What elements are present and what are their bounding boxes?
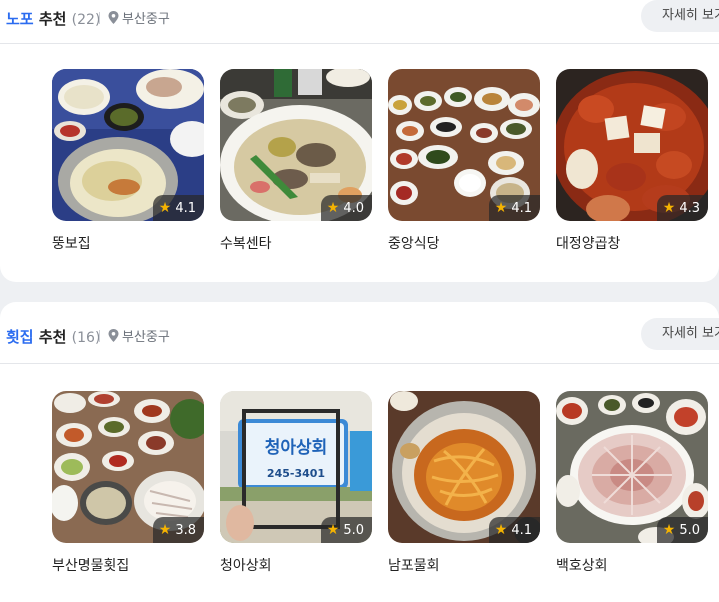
rating-badge: ★ 3.8 (152, 517, 204, 543)
restaurant-photo[interactable]: ★ 3.8 (52, 391, 204, 543)
divider (99, 12, 100, 24)
rating-badge: ★ 4.0 (320, 195, 372, 221)
rating-badge: ★ 4.1 (488, 517, 540, 543)
rating-badge: ★ 5.0 (656, 517, 708, 543)
map-pin-icon (108, 329, 119, 342)
restaurant-photo[interactable]: ★ 4.1 (52, 69, 204, 221)
rating-badge: ★ 4.1 (488, 195, 540, 221)
star-icon: ★ (494, 522, 508, 538)
restaurant-name[interactable]: 수복센타 (220, 233, 272, 253)
star-icon: ★ (326, 522, 340, 538)
restaurant-photo[interactable]: ★ 4.1 (388, 69, 540, 221)
section-title: 횟집 추천 (16) (6, 328, 101, 346)
restaurant-card[interactable]: 청아상회 245-3401 ★ 5.0 청아상회 (220, 391, 372, 574)
divider (99, 330, 100, 342)
restaurant-name[interactable]: 청아상회 (220, 555, 272, 575)
recommend-section-old-restaurants: 노포 추천 (22) 부산중구 자세히 보기 (0, 0, 719, 282)
restaurant-name[interactable]: 대정양곱창 (556, 233, 620, 253)
location-label: 부산중구 (108, 8, 170, 27)
star-icon: ★ (662, 200, 676, 216)
star-icon: ★ (326, 200, 340, 216)
rating-badge: ★ 4.3 (656, 195, 708, 221)
star-icon: ★ (662, 522, 676, 538)
star-icon: ★ (158, 200, 172, 216)
sign-phone: 245-3401 (267, 467, 325, 480)
section-count: (16) (71, 330, 101, 346)
restaurant-photo[interactable]: ★ 4.1 (388, 391, 540, 543)
restaurant-name[interactable]: 백호상회 (556, 555, 608, 575)
star-icon: ★ (494, 200, 508, 216)
sign-shop-name: 청아상회 (265, 437, 328, 458)
restaurant-card[interactable]: ★ 4.1 중앙식당 (388, 69, 540, 252)
section-header: 노포 추천 (22) 부산중구 자세히 보기 (0, 0, 719, 44)
star-icon: ★ (158, 522, 172, 538)
restaurant-card[interactable]: ★ 3.8 부산명물횟집 (52, 391, 204, 574)
restaurant-photo[interactable]: ★ 4.0 (220, 69, 372, 221)
more-details-button[interactable]: 자세히 보기 (641, 318, 719, 350)
restaurant-photo[interactable]: 청아상회 245-3401 ★ 5.0 (220, 391, 372, 543)
recommend-section-sashimi: 횟집 추천 (16) 부산중구 자세히 보기 (0, 302, 719, 602)
restaurant-photo[interactable]: ★ 5.0 (556, 391, 708, 543)
restaurant-card[interactable]: ★ 4.0 수복센타 (220, 69, 372, 252)
map-pin-icon (108, 11, 119, 24)
section-title: 노포 추천 (22) (6, 10, 101, 28)
restaurant-card[interactable]: ★ 4.1 남포물회 (388, 391, 540, 574)
location-label: 부산중구 (108, 326, 170, 345)
restaurant-card[interactable]: ★ 4.1 뚱보집 (52, 69, 204, 252)
restaurant-name[interactable]: 뚱보집 (52, 233, 91, 253)
more-details-button[interactable]: 자세히 보기 (641, 0, 719, 32)
section-count: (22) (71, 12, 101, 28)
rating-badge: ★ 5.0 (320, 517, 372, 543)
rating-badge: ★ 4.1 (152, 195, 204, 221)
restaurant-card[interactable]: ★ 4.3 대정양곱창 (556, 69, 708, 252)
restaurant-name[interactable]: 중앙식당 (388, 233, 440, 253)
restaurant-name[interactable]: 부산명물횟집 (52, 555, 129, 575)
restaurant-name[interactable]: 남포물회 (388, 555, 440, 575)
restaurant-card[interactable]: ★ 5.0 백호상회 (556, 391, 708, 574)
section-header: 횟집 추천 (16) 부산중구 자세히 보기 (0, 302, 719, 364)
restaurant-photo[interactable]: ★ 4.3 (556, 69, 708, 221)
